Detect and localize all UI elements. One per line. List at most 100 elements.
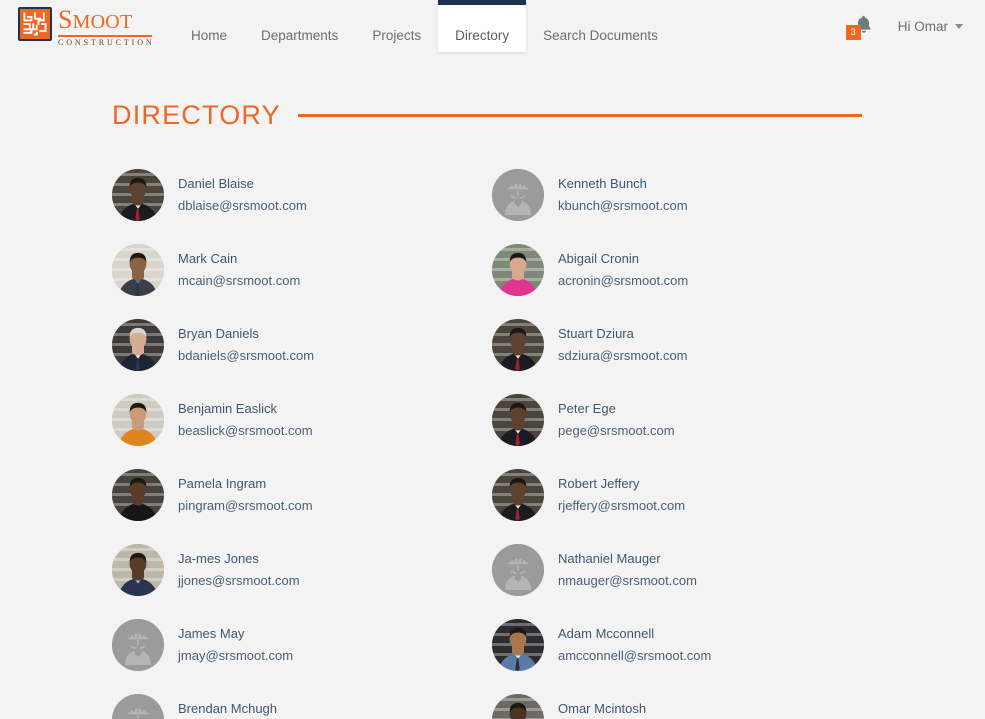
- person-email[interactable]: nmauger@srsmoot.com: [558, 572, 697, 590]
- person-name: Kenneth Bunch: [558, 175, 647, 191]
- directory-person-row[interactable]: James May jmay@srsmoot.com: [112, 607, 492, 682]
- person-name: Stuart Dziura: [558, 325, 634, 341]
- avatar: [112, 393, 164, 446]
- directory-person-row[interactable]: Stuart Dziura sdziura@srsmoot.com: [492, 307, 872, 382]
- person-photo: [112, 543, 164, 596]
- directory-person-row[interactable]: Mark Cain mcain@srsmoot.com: [112, 232, 492, 307]
- avatar: [492, 318, 544, 371]
- brand-subtitle: CONSTRUCTION: [58, 37, 155, 47]
- person-photo: [112, 318, 164, 371]
- person-name: Ja-mes Jones: [178, 550, 259, 566]
- avatar: [492, 468, 544, 521]
- person-email[interactable]: dblaise@srsmoot.com: [178, 197, 307, 215]
- person-email[interactable]: jjones@srsmoot.com: [178, 572, 300, 590]
- directory-person-row[interactable]: Benjamin Easlick beaslick@srsmoot.com: [112, 382, 492, 457]
- person-name: Adam Mcconnell: [558, 625, 655, 641]
- directory-person-row[interactable]: Brendan Mchughbmchugh@srsmoot.com: [112, 682, 492, 719]
- nav-item-departments[interactable]: Departments: [244, 0, 355, 52]
- nav-item-directory[interactable]: Directory: [438, 0, 527, 52]
- person-email[interactable]: kbunch@srsmoot.com: [558, 197, 688, 215]
- person-name: Peter Ege: [558, 400, 616, 416]
- avatar: [492, 693, 544, 719]
- person-email[interactable]: amcconnell@srsmoot.com: [558, 647, 711, 665]
- person-info: Omar Mcintoshomcintosh@srsmoot.com: [558, 700, 705, 719]
- avatar: [112, 318, 164, 371]
- person-info: Mark Cain mcain@srsmoot.com: [178, 250, 300, 290]
- directory-person-row[interactable]: Adam Mcconnell amcconnell@srsmoot.com: [492, 607, 872, 682]
- person-info: Adam Mcconnell amcconnell@srsmoot.com: [558, 625, 711, 665]
- directory-person-row[interactable]: Kenneth Bunch kbunch@srsmoot.com: [492, 157, 872, 232]
- directory-person-row[interactable]: Nathaniel Mauger nmauger@srsmoot.com: [492, 532, 872, 607]
- person-email[interactable]: pingram@srsmoot.com: [178, 497, 313, 515]
- person-info: Ja-mes Jones jjones@srsmoot.com: [178, 550, 300, 590]
- person-email[interactable]: jmay@srsmoot.com: [178, 647, 293, 665]
- person-photo: [492, 318, 544, 371]
- notification-count-badge: 3: [845, 25, 861, 40]
- page-title-row: DIRECTORY: [112, 100, 862, 131]
- person-name: Pamela Ingram: [178, 475, 267, 491]
- brand-name: SMOOT: [58, 7, 155, 34]
- directory-person-row[interactable]: Omar Mcintoshomcintosh@srsmoot.com: [492, 682, 872, 719]
- hardhat-person-placeholder-icon: [112, 693, 164, 719]
- person-name: Omar Mcintosh: [558, 700, 647, 716]
- notifications-button[interactable]: 3: [845, 11, 876, 41]
- avatar: [492, 168, 544, 221]
- person-photo: [112, 168, 164, 221]
- person-name: Brendan Mchugh: [178, 700, 278, 716]
- directory-person-row[interactable]: Peter Ege pege@srsmoot.com: [492, 382, 872, 457]
- person-email[interactable]: pege@srsmoot.com: [558, 422, 675, 440]
- person-email[interactable]: sdziura@srsmoot.com: [558, 347, 688, 365]
- person-photo: [112, 393, 164, 446]
- person-name: Daniel Blaise: [178, 175, 254, 191]
- person-email[interactable]: rjeffery@srsmoot.com: [558, 497, 685, 515]
- smoot-maze-logo-icon: [18, 7, 52, 41]
- person-email[interactable]: acronin@srsmoot.com: [558, 272, 688, 290]
- directory-person-row[interactable]: Robert Jeffery rjeffery@srsmoot.com: [492, 457, 872, 532]
- page-title: DIRECTORY: [112, 100, 281, 130]
- person-email[interactable]: mcain@srsmoot.com: [178, 272, 300, 290]
- brand-name-rest: MOOT: [72, 11, 133, 33]
- directory-person-row[interactable]: Pamela Ingram pingram@srsmoot.com: [112, 457, 492, 532]
- user-menu[interactable]: Hi Omar: [898, 19, 963, 34]
- nav-item-projects[interactable]: Projects: [355, 0, 438, 52]
- person-info: James May jmay@srsmoot.com: [178, 625, 293, 665]
- title-divider: [297, 114, 862, 117]
- brand-underline: [58, 35, 152, 37]
- avatar: [112, 168, 164, 221]
- person-info: Daniel Blaise dblaise@srsmoot.com: [178, 175, 307, 215]
- person-photo: [492, 693, 544, 719]
- person-name: James May: [178, 625, 245, 641]
- person-name: Mark Cain: [178, 250, 238, 266]
- avatar: [112, 693, 164, 719]
- directory-person-row[interactable]: Bryan Daniels bdaniels@srsmoot.com: [112, 307, 492, 382]
- avatar: [112, 543, 164, 596]
- brand-logo[interactable]: SMOOT CONSTRUCTION: [18, 7, 152, 47]
- directory-person-row[interactable]: Abigail Cronin acronin@srsmoot.com: [492, 232, 872, 307]
- avatar: [112, 468, 164, 521]
- hardhat-person-placeholder-icon: [492, 168, 544, 221]
- person-name: Bryan Daniels: [178, 325, 259, 341]
- site-header: SMOOT CONSTRUCTION Home Departments Proj…: [0, 0, 985, 56]
- person-info: Robert Jeffery rjeffery@srsmoot.com: [558, 475, 685, 515]
- person-email[interactable]: bdaniels@srsmoot.com: [178, 347, 314, 365]
- directory-person-row[interactable]: Daniel Blaise dblaise@srsmoot.com: [112, 157, 492, 232]
- person-info: Abigail Cronin acronin@srsmoot.com: [558, 250, 688, 290]
- header-right-cluster: 3 Hi Omar: [845, 0, 985, 52]
- nav-item-search-documents[interactable]: Search Documents: [526, 0, 675, 52]
- hardhat-person-placeholder-icon: [492, 543, 544, 596]
- directory-person-row[interactable]: Ja-mes Jones jjones@srsmoot.com: [112, 532, 492, 607]
- hardhat-person-placeholder-icon: [112, 618, 164, 671]
- person-info: Kenneth Bunch kbunch@srsmoot.com: [558, 175, 688, 215]
- person-info: Pamela Ingram pingram@srsmoot.com: [178, 475, 313, 515]
- nav-item-home[interactable]: Home: [174, 0, 244, 52]
- main-navigation: Home Departments Projects Directory Sear…: [174, 0, 675, 52]
- person-photo: [492, 618, 544, 671]
- person-photo: [492, 393, 544, 446]
- avatar: [492, 393, 544, 446]
- person-email[interactable]: beaslick@srsmoot.com: [178, 422, 313, 440]
- person-info: Benjamin Easlick beaslick@srsmoot.com: [178, 400, 313, 440]
- avatar: [112, 243, 164, 296]
- brand-wordmark: SMOOT CONSTRUCTION: [58, 7, 155, 47]
- avatar: [492, 243, 544, 296]
- person-info: Stuart Dziura sdziura@srsmoot.com: [558, 325, 688, 365]
